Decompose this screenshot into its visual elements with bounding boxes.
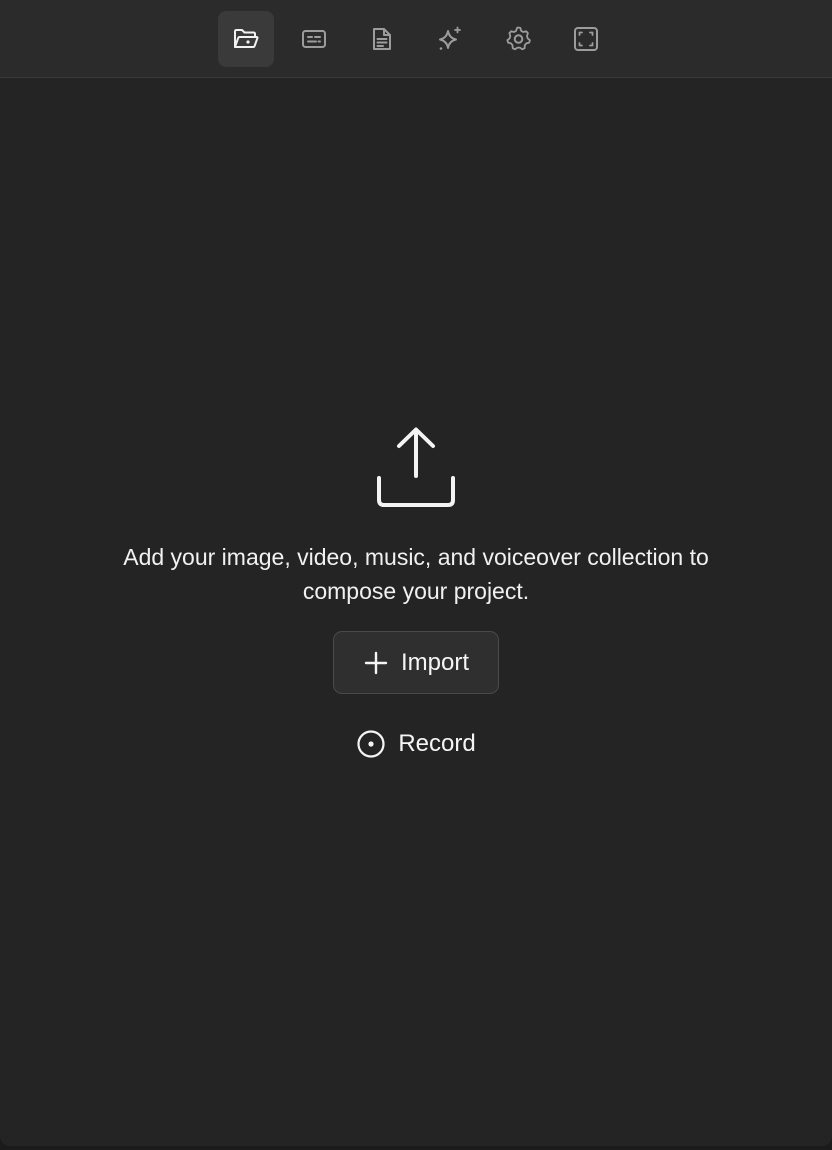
empty-state: Add your image, video, music, and voiceo…: [0, 0, 832, 1146]
empty-state-message: Add your image, video, music, and voiceo…: [123, 544, 709, 604]
plus-icon: [364, 651, 388, 674]
media-panel: Add your image, video, music, and voiceo…: [0, 0, 832, 1146]
import-label: Import: [400, 648, 469, 676]
record-label: Record: [398, 730, 476, 757]
import-button[interactable]: Import: [333, 631, 499, 694]
record-button[interactable]: Record: [346, 722, 486, 766]
upload-icon: [377, 427, 455, 507]
record-icon: [357, 730, 385, 758]
